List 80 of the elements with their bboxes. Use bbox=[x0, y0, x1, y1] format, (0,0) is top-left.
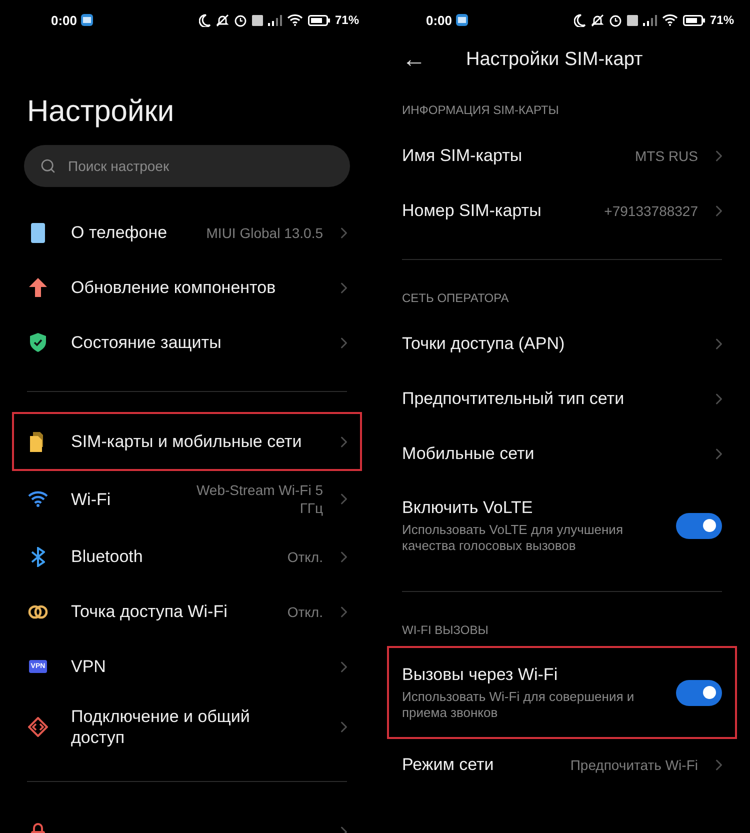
settings-item[interactable]: Режим сети Предпочитать Wi-Fi bbox=[402, 737, 722, 792]
item-description: Использовать VoLTE для улучшения качества голосовых вызовов bbox=[402, 522, 624, 554]
back-button[interactable]: ← bbox=[402, 46, 426, 74]
settings-item[interactable]: Мобильные сети bbox=[402, 426, 722, 481]
alarm-icon bbox=[608, 14, 622, 26]
item-label: Номер SIM-карты bbox=[402, 200, 542, 221]
search-input[interactable]: Поиск настроек bbox=[66, 157, 334, 175]
bluetooth-icon bbox=[31, 546, 45, 566]
item-label: Вызовы через Wi-Fi bbox=[402, 664, 559, 685]
settings-item[interactable]: О телефоне MIUI Global 13.0.5 bbox=[27, 205, 347, 260]
item-label: Точки доступа (APN) bbox=[402, 333, 566, 354]
item-label: Предпочтительный тип сети bbox=[402, 388, 626, 409]
settings-item[interactable]: Wi-Fi Web-Stream Wi-Fi 5 ГГц bbox=[27, 469, 347, 529]
settings-item[interactable]: Точка доступа Wi-Fi Откл. bbox=[27, 584, 347, 639]
item-label: VPN bbox=[71, 656, 107, 677]
item-label: Обновление компонентов bbox=[71, 277, 277, 298]
settings-item[interactable]: Bluetooth Откл. bbox=[27, 529, 347, 584]
item-value: Откл. bbox=[287, 548, 323, 566]
item-label: Состояние защиты bbox=[71, 332, 222, 353]
item-label: Режим сети bbox=[402, 754, 495, 775]
clock-time: 0:00 bbox=[426, 12, 452, 28]
item-value: Web-Stream Wi-Fi 5 ГГц bbox=[195, 481, 323, 517]
toggle-switch[interactable] bbox=[676, 512, 722, 538]
item-label: Включить VoLTE bbox=[402, 497, 534, 518]
item-label: О телефоне bbox=[71, 222, 168, 243]
section-heading: ИНФОРМАЦИЯ SIM-КАРТЫ bbox=[402, 102, 560, 119]
moon-icon bbox=[574, 14, 586, 26]
settings-item[interactable]: Подключение и общий доступ bbox=[27, 694, 347, 760]
moon-icon bbox=[198, 14, 211, 26]
section-heading: СЕТЬ ОПЕРАТОРА bbox=[402, 290, 510, 307]
item-value: Предпочитать Wi-Fi bbox=[570, 756, 698, 774]
bell-off-icon bbox=[216, 14, 229, 26]
diamond-arrows-icon bbox=[28, 717, 48, 737]
item-label: Имя SIM-карты bbox=[402, 145, 524, 166]
battery-percent: 71% bbox=[334, 13, 359, 27]
settings-item[interactable]: Состояние защиты bbox=[27, 315, 347, 370]
settings-item[interactable]: Имя SIM-карты MTS RUS bbox=[402, 128, 722, 183]
settings-item[interactable]: SIM-карты и мобильные сети bbox=[14, 414, 360, 469]
search-field[interactable]: Поиск настроек bbox=[24, 145, 350, 187]
item-label: Bluetooth bbox=[71, 546, 144, 567]
page-title: Настройки bbox=[27, 94, 176, 130]
item-value: MTS RUS bbox=[635, 146, 698, 164]
volte-icon bbox=[626, 14, 638, 26]
alarm-icon bbox=[234, 14, 247, 26]
search-icon bbox=[40, 158, 56, 174]
wifi-icon bbox=[662, 14, 678, 26]
item-label: Мобильные сети bbox=[402, 443, 536, 464]
app-notification-icon bbox=[456, 14, 468, 26]
settings-item[interactable]: Номер SIM-карты +79133788327 bbox=[402, 183, 722, 238]
volte-icon bbox=[252, 14, 263, 26]
settings-item[interactable]: Точки доступа (APN) bbox=[402, 316, 722, 371]
bell-off-icon bbox=[590, 14, 604, 26]
signal-icon bbox=[642, 14, 657, 26]
settings-item[interactable]: Предпочтительный тип сети bbox=[402, 371, 722, 426]
item-label: Wi-Fi bbox=[71, 488, 112, 510]
screen-title: Настройки SIM-карт bbox=[466, 49, 643, 71]
settings-item[interactable]: Включить VoLTE Использовать VoLTE для улучшения качества голосовых вызовов bbox=[402, 481, 722, 570]
clock-time: 0:00 bbox=[51, 12, 78, 28]
signal-icon bbox=[268, 14, 282, 26]
upload-arrow-icon bbox=[29, 278, 47, 297]
phone-icon bbox=[31, 222, 45, 242]
shield-icon bbox=[30, 333, 46, 352]
item-value: Откл. bbox=[287, 602, 323, 620]
battery-percent: 71% bbox=[710, 13, 734, 27]
item-label: Точка доступа Wi-Fi bbox=[71, 601, 228, 622]
item-value: MIUI Global 13.0.5 bbox=[206, 224, 323, 242]
app-notification-icon bbox=[81, 14, 94, 26]
toggle-switch[interactable] bbox=[676, 680, 722, 706]
item-label: SIM-карты и мобильные сети bbox=[71, 431, 303, 452]
battery-icon bbox=[308, 14, 330, 26]
wifi-icon bbox=[286, 14, 303, 26]
item-label: Подключение и общий доступ bbox=[71, 706, 251, 748]
wifi-icon bbox=[28, 491, 48, 507]
section-heading: WI-FI ВЫЗОВЫ bbox=[402, 622, 490, 639]
item-description: Использовать Wi-Fi для совершения и приема звонков bbox=[402, 689, 636, 721]
link-rings-icon bbox=[28, 604, 48, 620]
settings-item[interactable]: Обновление компонентов bbox=[27, 260, 347, 315]
settings-item[interactable]: Вызовы через Wi-Fi Использовать Wi-Fi для совершения и приема звонков bbox=[389, 648, 735, 737]
battery-icon bbox=[682, 14, 705, 26]
item-value: +79133788327 bbox=[604, 202, 698, 220]
